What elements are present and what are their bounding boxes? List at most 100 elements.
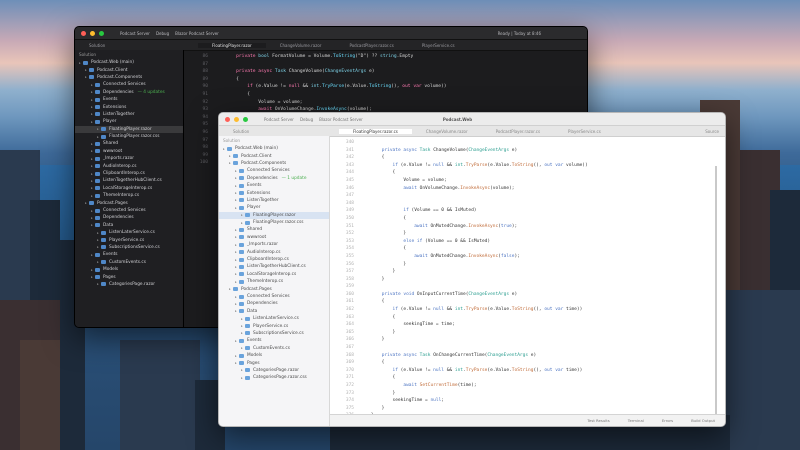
code-line[interactable]: if (e.Value != null && int.TryParse(e.Va… bbox=[360, 307, 588, 315]
title-bar[interactable]: Podcast Server Debug Blazor Podcast Serv… bbox=[219, 113, 725, 126]
tree-item[interactable]: ▸ Events bbox=[219, 182, 329, 189]
tree-item[interactable]: ▸ AudioInterop.cs bbox=[75, 162, 183, 169]
tree-item[interactable]: ▸ LocalStorageInterop.cs bbox=[219, 271, 329, 278]
code-line[interactable]: } bbox=[360, 262, 588, 270]
tab-playerservice[interactable]: PlayerService.cs bbox=[554, 129, 615, 134]
code-line[interactable] bbox=[360, 345, 588, 353]
tree-item[interactable]: ▸ CategoriesPage.razor.css bbox=[219, 374, 329, 381]
code-line[interactable]: { bbox=[360, 375, 588, 383]
tree-item[interactable]: ▸ _Imports.razor bbox=[75, 155, 183, 162]
tree-item[interactable]: ▸ Shared bbox=[75, 140, 183, 147]
build-output-button[interactable]: Build Output bbox=[691, 418, 715, 423]
tree-item[interactable]: ▸ Podcast.Web (main) bbox=[219, 145, 329, 152]
code-line[interactable]: } bbox=[360, 406, 588, 414]
tree-item[interactable]: ▸ Data bbox=[75, 222, 183, 229]
tree-item[interactable]: ▸ wwwroot bbox=[75, 148, 183, 155]
solution-explorer[interactable]: Solution ▸ Podcast.Web (main) ▸ Podcast.Clie… bbox=[75, 50, 184, 327]
close-button[interactable] bbox=[81, 30, 86, 36]
code-line[interactable]: { bbox=[360, 155, 588, 163]
tree-item[interactable]: ▸ Podcast.Pages bbox=[75, 199, 183, 206]
tree-item[interactable]: ▸ FloatingPlayer.razor.css bbox=[219, 219, 329, 226]
tree-item[interactable]: ▸ Podcast.Client bbox=[219, 152, 329, 159]
tree-item[interactable]: ▸ ListenTogetherHubClient.cs bbox=[219, 263, 329, 270]
code-line[interactable]: await OnVolumeChange.InvokeAsync(volume)… bbox=[360, 186, 588, 194]
tree-item[interactable]: ▸ FloatingPlayer.razor bbox=[219, 211, 329, 219]
code-editor[interactable]: 340 341 342 343 344 345 346 347 348 349 350 351 352 3… bbox=[330, 136, 725, 426]
code-line[interactable]: await SetCurrentTime(time); bbox=[360, 383, 588, 391]
code-line[interactable]: { bbox=[360, 216, 588, 224]
tab-playerservice[interactable]: PlayerService.cs bbox=[408, 43, 469, 48]
tree-item[interactable]: ▸ ListenTogether bbox=[219, 197, 329, 204]
tree-item[interactable]: ▸ ListenLaterService.cs bbox=[219, 315, 329, 322]
tree-item[interactable]: ▸ _Imports.razor bbox=[219, 241, 329, 248]
code-line[interactable]: } bbox=[360, 330, 588, 338]
tree-item[interactable]: ▸ ClipboardInterop.cs bbox=[75, 170, 183, 177]
code-line[interactable] bbox=[360, 140, 588, 148]
source-header[interactable]: Source bbox=[705, 129, 719, 134]
code-line[interactable]: private async Task OnChangeCurrentTime(C… bbox=[360, 353, 588, 361]
tree-item[interactable]: ▸ Connected Services bbox=[219, 293, 329, 300]
window-controls[interactable] bbox=[81, 30, 104, 36]
tree-item[interactable]: ▸ ClipboardInterop.cs bbox=[219, 256, 329, 263]
minimize-button[interactable] bbox=[90, 30, 95, 36]
code-line[interactable]: { bbox=[360, 170, 588, 178]
window-controls[interactable] bbox=[225, 116, 248, 122]
tree-item[interactable]: ▸ Pages bbox=[75, 273, 183, 280]
code-line[interactable]: if (Volume == 0 && IsMuted) bbox=[360, 208, 588, 216]
tree-item[interactable]: ▸ AudioInterop.cs bbox=[219, 248, 329, 255]
build-config[interactable]: Debug bbox=[156, 31, 169, 36]
tree-item[interactable]: ▸ FloatingPlayer.razor.css bbox=[75, 133, 183, 140]
tab-changevolume[interactable]: ChangeVolume.razor bbox=[266, 43, 336, 48]
tree-item[interactable]: ▸ PlayerService.cs bbox=[75, 236, 183, 243]
solution-explorer[interactable]: Solution ▸ Podcast.Web (main) ▸ Podcast.Clie… bbox=[219, 136, 330, 426]
tab-changevolume[interactable]: ChangeVolume.razor bbox=[412, 129, 482, 134]
code-line[interactable]: Volume = volume; bbox=[360, 178, 588, 186]
tab-podcastplayer[interactable]: PodcastPlayer.razor.cs bbox=[335, 43, 407, 48]
code-line[interactable]: { bbox=[214, 92, 447, 100]
ide-window-light[interactable]: Podcast Server Debug Blazor Podcast Serv… bbox=[218, 112, 726, 427]
tab-floatingplayer[interactable]: FloatingPlayer.razor bbox=[198, 42, 266, 48]
tree-item[interactable]: ▸ Connected Services bbox=[75, 81, 183, 88]
run-config[interactable]: Podcast Server bbox=[120, 31, 150, 36]
tree-item[interactable]: ▸ Pages bbox=[219, 359, 329, 366]
code-line[interactable] bbox=[360, 193, 588, 201]
tree-item[interactable]: ▸ Events bbox=[75, 96, 183, 103]
tree-item[interactable]: ▸ Podcast.Pages bbox=[219, 285, 329, 292]
tree-item[interactable]: ▸ CustomEvents.cs bbox=[219, 345, 329, 352]
code-lines[interactable]: private async Task ChangeVolume(ChangeEv… bbox=[360, 140, 588, 426]
target-config[interactable]: Blazor Podcast Server bbox=[175, 31, 219, 36]
code-line[interactable]: } bbox=[360, 231, 588, 239]
code-line[interactable]: await OnMutedChange.InvokeAsync(false); bbox=[360, 254, 588, 262]
tree-item[interactable]: ▸ Extensions bbox=[219, 189, 329, 196]
tree-item[interactable]: ▸ CustomEvents.cs bbox=[75, 259, 183, 266]
code-line[interactable]: } bbox=[360, 269, 588, 277]
build-config[interactable]: Debug bbox=[300, 117, 313, 122]
tree-item[interactable]: ▸ ListenTogether bbox=[75, 111, 183, 118]
tree-item[interactable]: ▸ ThemeInterop.cs bbox=[219, 278, 329, 285]
tree-item[interactable]: ▸ CategoriesPage.razor bbox=[75, 281, 183, 288]
tree-item[interactable]: ▸ Podcast.Web (main) bbox=[75, 59, 183, 66]
code-line[interactable]: private void OnInputCurrentTime(ChangeEv… bbox=[360, 292, 588, 300]
tab-floatingplayer-cs[interactable]: FloatingPlayer.razor.cs bbox=[339, 128, 412, 134]
zoom-button[interactable] bbox=[243, 116, 248, 122]
code-line[interactable]: seekingTime = time; bbox=[360, 322, 588, 330]
tree-item[interactable]: ▸ PlayerService.cs bbox=[219, 322, 329, 329]
tree-item[interactable]: ▸ Models bbox=[219, 352, 329, 359]
tree-item[interactable]: ▸ Models bbox=[75, 266, 183, 273]
tree-item[interactable]: ▸ Data bbox=[219, 308, 329, 315]
run-config[interactable]: Podcast Server bbox=[264, 117, 294, 122]
tree-item[interactable]: ▸ wwwroot bbox=[219, 234, 329, 241]
title-bar[interactable]: Podcast Server Debug Blazor Podcast Serv… bbox=[75, 27, 587, 40]
minimize-button[interactable] bbox=[234, 116, 239, 122]
tree-item[interactable]: ▸ LocalStorageInterop.cs bbox=[75, 185, 183, 192]
tree-item[interactable]: ▸ Dependencies — 4 updates bbox=[75, 89, 183, 96]
close-button[interactable] bbox=[225, 116, 230, 122]
tree-item[interactable]: ▸ Dependencies — 1 update bbox=[219, 175, 329, 182]
zoom-button[interactable] bbox=[99, 30, 104, 36]
tab-podcastplayer[interactable]: PodcastPlayer.razor.cs bbox=[482, 129, 554, 134]
target-config[interactable]: Blazor Podcast Server bbox=[319, 117, 363, 122]
scrollbar[interactable] bbox=[715, 166, 717, 416]
tree-item[interactable]: ▸ Extensions bbox=[75, 103, 183, 110]
tree-item[interactable]: ▸ Dependencies bbox=[75, 214, 183, 221]
tree-item[interactable]: ▸ Podcast.Client bbox=[75, 66, 183, 73]
